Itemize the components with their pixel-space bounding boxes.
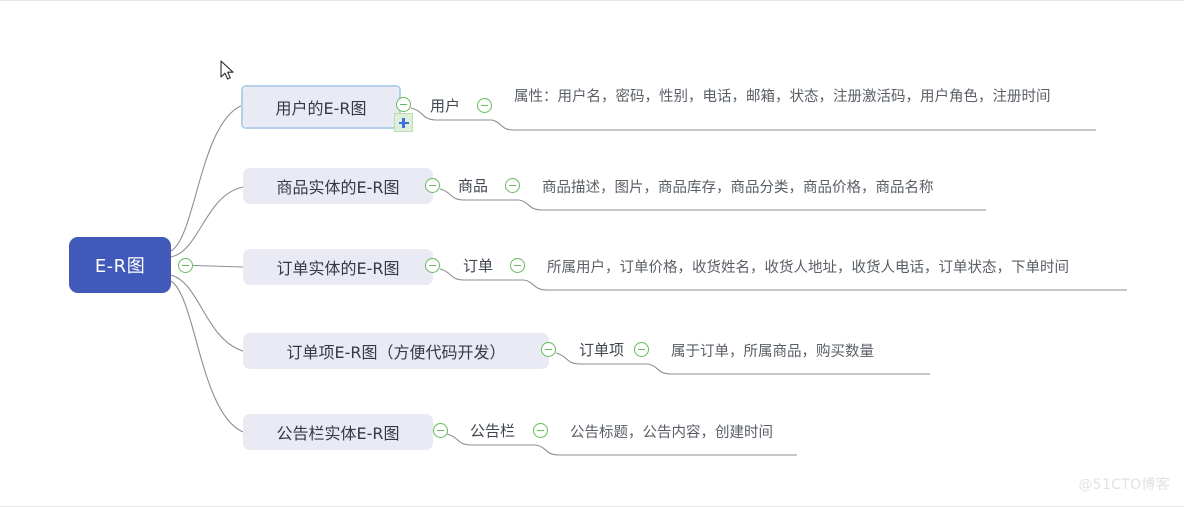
topic-node-notice[interactable]: 公告栏实体E-R图 xyxy=(243,414,433,450)
attributes-node-product[interactable]: 商品描述，图片，商品库存，商品分类，商品价格，商品名称 xyxy=(542,177,934,200)
topic-node-user-label: 用户的E-R图 xyxy=(243,87,399,127)
edge-product-attributes xyxy=(518,199,986,211)
entity-node-order[interactable]: 订单 xyxy=(463,255,493,276)
topic-node-user[interactable]: 用户的E-R图 xyxy=(241,85,401,129)
mindmap-canvas[interactable]: E-R图 用户的E-R图 用户 属性：用户名，密码，性别，电话，邮箱，状态，注册… xyxy=(0,0,1184,507)
root-collapse-toggle[interactable] xyxy=(178,258,193,273)
topic-collapse-toggle-product[interactable] xyxy=(425,178,440,193)
edge-root-order-item xyxy=(170,274,244,352)
entity-node-order-item[interactable]: 订单项 xyxy=(579,339,624,360)
edge-notice-attributes xyxy=(535,444,797,456)
entity-collapse-toggle-order-item[interactable] xyxy=(634,342,649,357)
edge-root-user xyxy=(170,104,244,252)
root-node-label: E-R图 xyxy=(94,256,146,277)
edge-order-attributes xyxy=(523,279,1127,291)
topic-collapse-toggle-order-item[interactable] xyxy=(541,342,556,357)
entity-node-user[interactable]: 用户 xyxy=(430,95,460,116)
entity-collapse-toggle-order[interactable] xyxy=(510,258,525,273)
topic-node-product[interactable]: 商品实体的E-R图 xyxy=(243,168,433,204)
attributes-node-user[interactable]: 属性：用户名，密码，性别，电话，邮箱，状态，注册激活码，用户角色，注册时间 xyxy=(514,86,1092,109)
mouse-pointer-icon xyxy=(220,60,234,80)
add-child-button-user[interactable] xyxy=(394,113,413,132)
topic-collapse-toggle-order[interactable] xyxy=(425,258,440,273)
topic-collapse-toggle-user[interactable] xyxy=(396,97,411,112)
edge-orderitem-attributes xyxy=(647,363,930,375)
topic-node-order-item-label: 订单项E-R图（方便代码开发） xyxy=(286,343,506,362)
topic-node-order[interactable]: 订单实体的E-R图 xyxy=(243,249,433,285)
topic-node-order-label: 订单实体的E-R图 xyxy=(276,259,400,278)
attributes-node-notice[interactable]: 公告标题，公告内容，创建时间 xyxy=(570,422,773,445)
entity-node-product[interactable]: 商品 xyxy=(458,175,488,196)
root-node[interactable]: E-R图 xyxy=(69,237,171,293)
attributes-node-order[interactable]: 所属用户，订单价格，收货姓名，收货人地址，收货人电话，订单状态，下单时间 xyxy=(547,257,1069,280)
edge-root-notice xyxy=(170,280,244,433)
entity-collapse-toggle-notice[interactable] xyxy=(533,423,548,438)
topic-node-notice-label: 公告栏实体E-R图 xyxy=(276,424,400,443)
entity-collapse-toggle-product[interactable] xyxy=(505,178,520,193)
entity-collapse-toggle-user[interactable] xyxy=(477,98,492,113)
watermark: @51CTO博客 xyxy=(1078,477,1170,493)
edge-root-product xyxy=(170,186,244,258)
topic-node-order-item[interactable]: 订单项E-R图（方便代码开发） xyxy=(243,333,549,369)
topic-collapse-toggle-notice[interactable] xyxy=(433,423,448,438)
entity-node-notice[interactable]: 公告栏 xyxy=(470,420,515,441)
attributes-node-order-item[interactable]: 属于订单，所属商品，购买数量 xyxy=(671,341,874,364)
topic-node-product-label: 商品实体的E-R图 xyxy=(276,178,400,197)
edge-user-attributes xyxy=(491,119,1096,131)
